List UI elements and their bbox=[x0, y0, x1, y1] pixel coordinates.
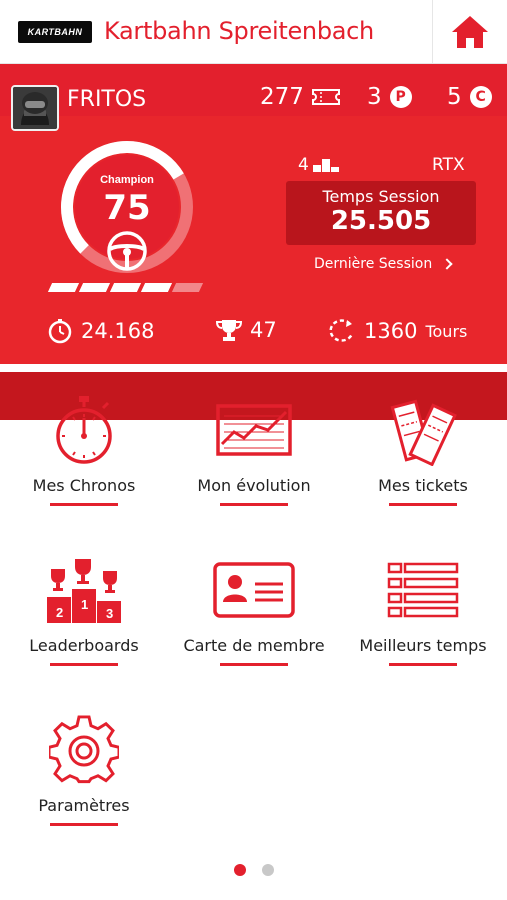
home-button[interactable] bbox=[432, 0, 507, 64]
menu-label: Leaderboards bbox=[29, 636, 139, 655]
menu-leaderboards[interactable]: 2 1 3 Leaderboards bbox=[4, 552, 164, 666]
level-bar-segment bbox=[109, 283, 142, 292]
svg-text:1: 1 bbox=[81, 597, 88, 612]
menu-underline bbox=[220, 663, 288, 666]
page-dot[interactable] bbox=[233, 864, 246, 876]
menu-label: Meilleurs temps bbox=[359, 636, 487, 655]
session-time-card[interactable]: Temps Session 25.505 bbox=[286, 181, 476, 245]
menu-meilleurs-temps[interactable]: Meilleurs temps bbox=[343, 552, 503, 666]
kart-name: RTX bbox=[432, 155, 465, 175]
gear-icon bbox=[49, 715, 119, 784]
best-time-stat: 24.168 bbox=[47, 318, 154, 344]
trophies-stat: 47 bbox=[216, 318, 277, 342]
page-indicator bbox=[0, 864, 507, 876]
menu-underline bbox=[50, 823, 118, 826]
menu-mes-chronos[interactable]: Mes Chronos bbox=[4, 392, 164, 506]
menu-label: Mon évolution bbox=[197, 476, 311, 495]
last-session-link[interactable]: Dernière Session bbox=[314, 256, 453, 272]
username: FRITOS bbox=[67, 87, 147, 112]
app-screen: KARTBAHN Kartbahn Spreitenbach FRITOS 27… bbox=[0, 0, 507, 900]
kartbahn-logo: KARTBAHN bbox=[18, 21, 92, 43]
menu-label: Carte de membre bbox=[183, 636, 325, 655]
menu-parametres[interactable]: Paramètres bbox=[4, 712, 164, 826]
credits-count: 5 C bbox=[447, 84, 492, 110]
podium-small-icon bbox=[312, 159, 339, 172]
level-bar-segment bbox=[171, 283, 204, 292]
podium-icon: 2 1 3 bbox=[47, 559, 121, 623]
svg-text:2: 2 bbox=[56, 605, 63, 620]
menu-carte-de-membre[interactable]: Carte de membre bbox=[174, 552, 334, 666]
member-card-icon bbox=[213, 562, 295, 618]
page-dot[interactable] bbox=[261, 864, 274, 876]
level-bar-segment bbox=[140, 283, 173, 292]
ticket-icon bbox=[311, 89, 340, 105]
points-count: 3 P bbox=[367, 84, 412, 110]
laps-stat: 1360 Tours bbox=[326, 318, 467, 344]
menu-mes-tickets[interactable]: Mes tickets bbox=[343, 392, 503, 506]
avatar[interactable] bbox=[11, 85, 59, 131]
menu-underline bbox=[220, 503, 288, 506]
stopwatch-small-icon bbox=[48, 319, 72, 344]
level-bar-segment bbox=[47, 283, 80, 292]
level-bar-segment bbox=[78, 283, 111, 292]
laps-loop-icon bbox=[329, 319, 354, 342]
menu-mon-evolution[interactable]: Mon évolution bbox=[174, 392, 334, 506]
list-icon bbox=[387, 562, 459, 618]
tickets-icon bbox=[390, 399, 457, 466]
menu-underline bbox=[50, 663, 118, 666]
menu-underline bbox=[50, 503, 118, 506]
menu-underline bbox=[389, 503, 457, 506]
menu-underline bbox=[389, 663, 457, 666]
level-value: 75 bbox=[103, 188, 151, 228]
steering-wheel-icon bbox=[107, 231, 147, 271]
session-time-value: 25.505 bbox=[330, 206, 432, 236]
credits-badge-icon: C bbox=[469, 86, 492, 108]
menu-label: Mes Chronos bbox=[32, 476, 136, 495]
level-bars bbox=[47, 283, 204, 292]
trophy-icon bbox=[216, 320, 242, 341]
chart-icon bbox=[216, 404, 292, 456]
helmet-icon bbox=[13, 87, 57, 129]
menu-label: Paramètres bbox=[38, 796, 130, 815]
svg-text:3: 3 bbox=[106, 606, 113, 621]
session-time-label: Temps Session bbox=[322, 187, 440, 206]
home-icon bbox=[452, 16, 488, 48]
menu-label: Mes tickets bbox=[378, 476, 468, 495]
position-indicator: 4 bbox=[298, 155, 339, 175]
app-title: Kartbahn Spreitenbach bbox=[104, 17, 374, 45]
chevron-right-icon bbox=[441, 258, 453, 270]
tickets-count: 277 bbox=[260, 84, 340, 110]
top-bar: KARTBAHN Kartbahn Spreitenbach bbox=[0, 0, 507, 64]
points-badge-icon: P bbox=[389, 86, 412, 108]
stopwatch-icon bbox=[56, 396, 112, 464]
level-label: Champion bbox=[100, 174, 154, 186]
